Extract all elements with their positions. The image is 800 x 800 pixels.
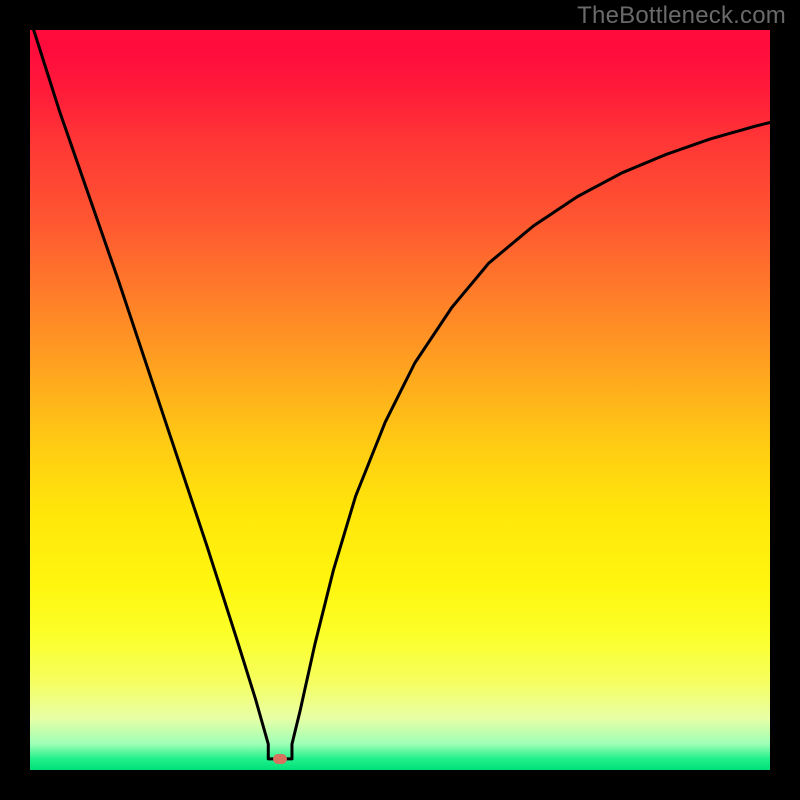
- curve-path: [34, 30, 770, 759]
- bottleneck-curve: [30, 30, 770, 770]
- chart-frame: TheBottleneck.com: [0, 0, 800, 800]
- optimum-marker-dot: [273, 754, 287, 764]
- plot-area: [30, 30, 770, 770]
- watermark-text: TheBottleneck.com: [577, 2, 786, 30]
